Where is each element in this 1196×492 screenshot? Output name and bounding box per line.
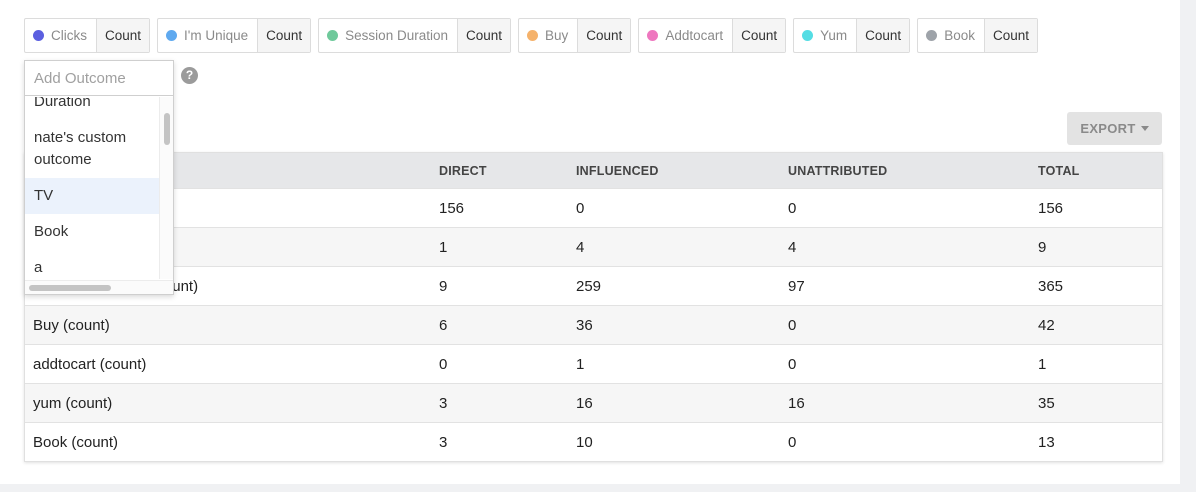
horizontal-scroll-thumb[interactable]	[29, 285, 111, 291]
cell-influenced: 16	[576, 394, 593, 412]
table-row: yum (count) 3 16 16 35	[25, 383, 1162, 422]
cell-total: 9	[1038, 238, 1047, 256]
chip-label: Clicks	[51, 28, 87, 43]
outcome-chip[interactable]: Clicks Count	[24, 18, 151, 53]
vertical-scrollbar[interactable]	[159, 97, 173, 279]
cell-total: 35	[1038, 394, 1055, 412]
outcome-option[interactable]: a	[25, 250, 159, 279]
outcome-option[interactable]: Book	[25, 214, 159, 250]
cell-direct: 3	[439, 394, 448, 412]
cell-unattributed: 0	[788, 433, 797, 451]
outcome-option[interactable]: Duration	[25, 97, 159, 120]
chip-label: Book	[944, 28, 975, 43]
cell-influenced: 4	[576, 238, 585, 256]
cell-total: 42	[1038, 316, 1055, 334]
chip-label: Addtocart	[665, 28, 724, 43]
color-dot-icon	[926, 30, 938, 41]
table-row: 1 4 4 9	[25, 227, 1162, 266]
horizontal-scrollbar[interactable]	[25, 280, 173, 294]
color-dot-icon	[802, 30, 814, 41]
outcome-chip[interactable]: Session Duration Count	[318, 18, 512, 53]
table-row: Session Duration (count) 9 259 97 365	[25, 266, 1162, 305]
help-icon[interactable]: ?	[181, 67, 198, 84]
cell-direct: 1	[439, 238, 448, 256]
chip-name[interactable]: Session Duration	[319, 19, 457, 52]
outcome-chips: Clicks Count I'm Unique Count Session Du…	[24, 18, 1038, 53]
cell-influenced: 259	[576, 277, 602, 295]
table-row: 156 0 0 156	[25, 188, 1162, 227]
outcome-chip[interactable]: Addtocart Count	[638, 18, 787, 53]
chip-name[interactable]: Buy	[519, 19, 577, 52]
outcome-chip[interactable]: I'm Unique Count	[157, 18, 312, 53]
attribution-table: DIRECT INFLUENCED UNATTRIBUTED TOTAL 156…	[24, 152, 1163, 462]
chip-aggregation-select[interactable]: Count	[577, 19, 631, 52]
cell-outcome: Buy (count)	[33, 316, 110, 334]
header-cell-unattributed[interactable]: UNATTRIBUTED	[788, 164, 1038, 178]
header-cell-influenced[interactable]: INFLUENCED	[576, 164, 788, 178]
chip-label: I'm Unique	[184, 28, 249, 43]
vertical-scroll-thumb[interactable]	[164, 113, 170, 145]
table-header: DIRECT INFLUENCED UNATTRIBUTED TOTAL	[25, 153, 1162, 188]
table-row: addtocart (count) 0 1 0 1	[25, 344, 1162, 383]
add-outcome-input[interactable]	[25, 61, 173, 96]
cell-influenced: 0	[576, 199, 585, 217]
chip-name[interactable]: Book	[918, 19, 984, 52]
chip-label: Yum	[820, 28, 848, 43]
caret-down-icon	[1140, 126, 1149, 131]
chip-aggregation-select[interactable]: Count	[456, 19, 511, 52]
table-row: Book (count) 3 10 0 13	[25, 422, 1162, 461]
table-row: Buy (count) 6 36 0 42	[25, 305, 1162, 344]
cell-influenced: 1	[576, 355, 585, 373]
report-panel: Clicks Count I'm Unique Count Session Du…	[0, 0, 1180, 484]
cell-direct: 0	[439, 355, 448, 373]
chip-aggregation-select[interactable]: Count	[257, 19, 311, 52]
cell-direct: 6	[439, 316, 448, 334]
chip-label: Session Duration	[345, 28, 448, 43]
outcome-chip[interactable]: Buy Count	[518, 18, 632, 53]
chip-name[interactable]: Addtocart	[639, 19, 732, 52]
cell-unattributed: 16	[788, 394, 805, 412]
cell-direct: 156	[439, 199, 465, 217]
chip-name[interactable]: I'm Unique	[158, 19, 257, 52]
color-dot-icon	[33, 30, 44, 41]
header-cell-total[interactable]: TOTAL	[1038, 164, 1162, 178]
cell-unattributed: 4	[788, 238, 797, 256]
cell-total: 13	[1038, 433, 1055, 451]
cell-outcome: addtocart (count)	[33, 355, 147, 373]
cell-influenced: 10	[576, 433, 593, 451]
cell-unattributed: 0	[788, 355, 797, 373]
outcome-chip[interactable]: Book Count	[917, 18, 1038, 53]
cell-total: 156	[1038, 199, 1064, 217]
color-dot-icon	[647, 30, 659, 41]
header-cell-direct[interactable]: DIRECT	[439, 164, 576, 178]
cell-unattributed: 0	[788, 316, 797, 334]
cell-direct: 3	[439, 433, 448, 451]
cell-direct: 9	[439, 277, 448, 295]
outcome-option[interactable]: nate's custom outcome	[25, 120, 159, 178]
add-outcome-dropdown[interactable]: Duration nate's custom outcome TV Book a	[24, 60, 174, 295]
color-dot-icon	[327, 30, 339, 41]
chip-aggregation-select[interactable]: Count	[983, 19, 1037, 52]
cell-influenced: 36	[576, 316, 593, 334]
color-dot-icon	[527, 30, 539, 41]
chip-name[interactable]: Clicks	[25, 19, 96, 52]
export-label: EXPORT	[1080, 121, 1136, 136]
color-dot-icon	[166, 30, 178, 41]
chip-aggregation-select[interactable]: Count	[96, 19, 150, 52]
outcome-option-list: Duration nate's custom outcome TV Book a	[25, 97, 159, 279]
cell-outcome: yum (count)	[33, 394, 113, 412]
chip-aggregation-select[interactable]: Count	[856, 19, 910, 52]
cell-unattributed: 0	[788, 199, 797, 217]
outcome-option-highlighted[interactable]: TV	[25, 178, 159, 214]
chip-aggregation-select[interactable]: Count	[732, 19, 786, 52]
outcome-chip[interactable]: Yum Count	[793, 18, 911, 53]
export-button[interactable]: EXPORT	[1067, 112, 1162, 145]
cell-outcome: Book (count)	[33, 433, 119, 451]
cell-unattributed: 97	[788, 277, 805, 295]
chip-label: Buy	[545, 28, 569, 43]
chip-name[interactable]: Yum	[794, 19, 856, 52]
cell-total: 1	[1038, 355, 1047, 373]
cell-total: 365	[1038, 277, 1064, 295]
